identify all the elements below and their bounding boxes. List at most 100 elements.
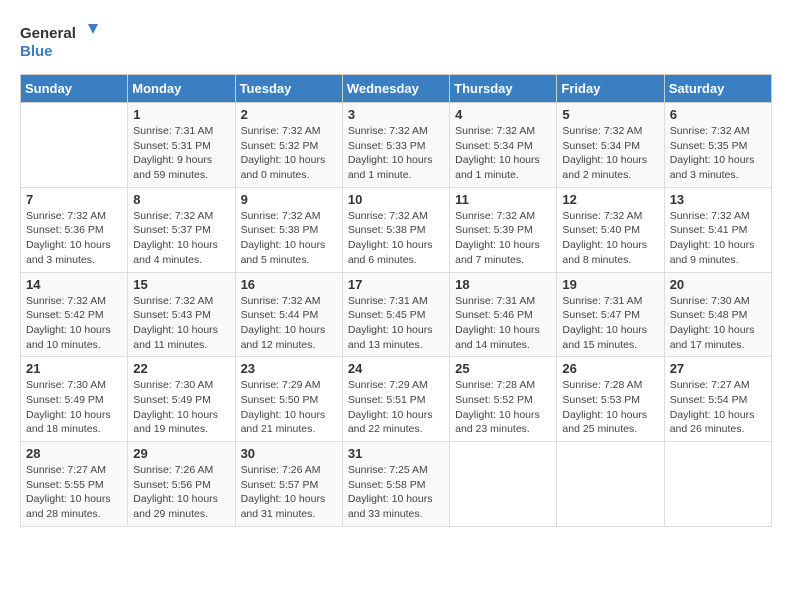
day-info: Sunrise: 7:32 AM Sunset: 5:43 PM Dayligh… (133, 294, 229, 353)
calendar-table: SundayMondayTuesdayWednesdayThursdayFrid… (20, 74, 772, 527)
day-info: Sunrise: 7:32 AM Sunset: 5:32 PM Dayligh… (241, 124, 337, 183)
day-info: Sunrise: 7:32 AM Sunset: 5:35 PM Dayligh… (670, 124, 766, 183)
day-number: 1 (133, 107, 229, 122)
day-info: Sunrise: 7:31 AM Sunset: 5:46 PM Dayligh… (455, 294, 551, 353)
day-info: Sunrise: 7:26 AM Sunset: 5:56 PM Dayligh… (133, 463, 229, 522)
day-info: Sunrise: 7:32 AM Sunset: 5:37 PM Dayligh… (133, 209, 229, 268)
calendar-cell: 25 Sunrise: 7:28 AM Sunset: 5:52 PM Dayli… (450, 357, 557, 442)
calendar-cell: 23 Sunrise: 7:29 AM Sunset: 5:50 PM Dayli… (235, 357, 342, 442)
day-header-monday: Monday (128, 75, 235, 103)
day-number: 7 (26, 192, 122, 207)
day-number: 15 (133, 277, 229, 292)
day-header-sunday: Sunday (21, 75, 128, 103)
calendar-cell (557, 442, 664, 527)
day-number: 11 (455, 192, 551, 207)
day-number: 27 (670, 361, 766, 376)
calendar-cell: 21 Sunrise: 7:30 AM Sunset: 5:49 PM Dayli… (21, 357, 128, 442)
calendar-cell: 11 Sunrise: 7:32 AM Sunset: 5:39 PM Dayli… (450, 187, 557, 272)
day-number: 4 (455, 107, 551, 122)
calendar-cell: 13Sunrise: 7:32 AM Sunset: 5:41 PM Dayli… (664, 187, 771, 272)
calendar-cell: 5 Sunrise: 7:32 AM Sunset: 5:34 PM Daylig… (557, 103, 664, 188)
calendar-cell: 31 Sunrise: 7:25 AM Sunset: 5:58 PM Dayli… (342, 442, 449, 527)
calendar-cell: 20 Sunrise: 7:30 AM Sunset: 5:48 PM Dayli… (664, 272, 771, 357)
day-number: 25 (455, 361, 551, 376)
day-info: Sunrise: 7:25 AM Sunset: 5:58 PM Dayligh… (348, 463, 444, 522)
calendar-cell (450, 442, 557, 527)
day-info: Sunrise: 7:32 AM Sunset: 5:38 PM Dayligh… (348, 209, 444, 268)
day-info: Sunrise: 7:28 AM Sunset: 5:53 PM Dayligh… (562, 378, 658, 437)
calendar-cell: 30Sunrise: 7:26 AM Sunset: 5:57 PM Dayli… (235, 442, 342, 527)
day-info: Sunrise: 7:29 AM Sunset: 5:51 PM Dayligh… (348, 378, 444, 437)
day-info: Sunrise: 7:30 AM Sunset: 5:49 PM Dayligh… (26, 378, 122, 437)
day-number: 8 (133, 192, 229, 207)
day-info: Sunrise: 7:32 AM Sunset: 5:36 PM Dayligh… (26, 209, 122, 268)
page-header: General Blue (20, 20, 772, 64)
calendar-cell: 7 Sunrise: 7:32 AM Sunset: 5:36 PM Daylig… (21, 187, 128, 272)
day-info: Sunrise: 7:31 AM Sunset: 5:31 PM Dayligh… (133, 124, 229, 183)
day-info: Sunrise: 7:32 AM Sunset: 5:34 PM Dayligh… (562, 124, 658, 183)
day-number: 5 (562, 107, 658, 122)
day-info: Sunrise: 7:27 AM Sunset: 5:55 PM Dayligh… (26, 463, 122, 522)
calendar-cell: 15 Sunrise: 7:32 AM Sunset: 5:43 PM Dayli… (128, 272, 235, 357)
day-number: 22 (133, 361, 229, 376)
calendar-cell: 8 Sunrise: 7:32 AM Sunset: 5:37 PM Daylig… (128, 187, 235, 272)
calendar-cell: 28Sunrise: 7:27 AM Sunset: 5:55 PM Dayli… (21, 442, 128, 527)
day-info: Sunrise: 7:32 AM Sunset: 5:39 PM Dayligh… (455, 209, 551, 268)
day-info: Sunrise: 7:32 AM Sunset: 5:44 PM Dayligh… (241, 294, 337, 353)
calendar-cell: 16 Sunrise: 7:32 AM Sunset: 5:44 PM Dayli… (235, 272, 342, 357)
calendar-header-row: SundayMondayTuesdayWednesdayThursdayFrid… (21, 75, 772, 103)
logo: General Blue (20, 20, 100, 64)
day-info: Sunrise: 7:32 AM Sunset: 5:40 PM Dayligh… (562, 209, 658, 268)
day-number: 31 (348, 446, 444, 461)
day-number: 20 (670, 277, 766, 292)
calendar-cell (664, 442, 771, 527)
day-number: 17 (348, 277, 444, 292)
calendar-cell: 10Sunrise: 7:32 AM Sunset: 5:38 PM Dayli… (342, 187, 449, 272)
week-row-5: 28Sunrise: 7:27 AM Sunset: 5:55 PM Dayli… (21, 442, 772, 527)
day-number: 30 (241, 446, 337, 461)
calendar-cell: 2Sunrise: 7:32 AM Sunset: 5:32 PM Daylig… (235, 103, 342, 188)
day-info: Sunrise: 7:30 AM Sunset: 5:48 PM Dayligh… (670, 294, 766, 353)
day-info: Sunrise: 7:32 AM Sunset: 5:42 PM Dayligh… (26, 294, 122, 353)
day-info: Sunrise: 7:27 AM Sunset: 5:54 PM Dayligh… (670, 378, 766, 437)
day-info: Sunrise: 7:29 AM Sunset: 5:50 PM Dayligh… (241, 378, 337, 437)
day-info: Sunrise: 7:31 AM Sunset: 5:45 PM Dayligh… (348, 294, 444, 353)
day-number: 16 (241, 277, 337, 292)
week-row-4: 21 Sunrise: 7:30 AM Sunset: 5:49 PM Dayli… (21, 357, 772, 442)
day-number: 23 (241, 361, 337, 376)
day-number: 26 (562, 361, 658, 376)
day-number: 6 (670, 107, 766, 122)
day-number: 12 (562, 192, 658, 207)
day-info: Sunrise: 7:28 AM Sunset: 5:52 PM Dayligh… (455, 378, 551, 437)
calendar-cell: 18 Sunrise: 7:31 AM Sunset: 5:46 PM Dayli… (450, 272, 557, 357)
calendar-cell: 12 Sunrise: 7:32 AM Sunset: 5:40 PM Dayli… (557, 187, 664, 272)
logo-svg: General Blue (20, 20, 100, 64)
svg-text:General: General (20, 25, 76, 42)
calendar-cell: 27 Sunrise: 7:27 AM Sunset: 5:54 PM Dayli… (664, 357, 771, 442)
day-number: 24 (348, 361, 444, 376)
calendar-cell: 24 Sunrise: 7:29 AM Sunset: 5:51 PM Dayli… (342, 357, 449, 442)
svg-text:Blue: Blue (20, 43, 53, 60)
calendar-cell: 29Sunrise: 7:26 AM Sunset: 5:56 PM Dayli… (128, 442, 235, 527)
calendar-cell: 22 Sunrise: 7:30 AM Sunset: 5:49 PM Dayli… (128, 357, 235, 442)
day-header-wednesday: Wednesday (342, 75, 449, 103)
day-info: Sunrise: 7:30 AM Sunset: 5:49 PM Dayligh… (133, 378, 229, 437)
calendar-cell: 14 Sunrise: 7:32 AM Sunset: 5:42 PM Dayli… (21, 272, 128, 357)
day-info: Sunrise: 7:31 AM Sunset: 5:47 PM Dayligh… (562, 294, 658, 353)
week-row-1: 1 Sunrise: 7:31 AM Sunset: 5:31 PM Daylig… (21, 103, 772, 188)
calendar-cell: 3Sunrise: 7:32 AM Sunset: 5:33 PM Daylig… (342, 103, 449, 188)
week-row-3: 14 Sunrise: 7:32 AM Sunset: 5:42 PM Dayli… (21, 272, 772, 357)
day-info: Sunrise: 7:32 AM Sunset: 5:38 PM Dayligh… (241, 209, 337, 268)
calendar-cell: 19 Sunrise: 7:31 AM Sunset: 5:47 PM Dayli… (557, 272, 664, 357)
day-info: Sunrise: 7:32 AM Sunset: 5:33 PM Dayligh… (348, 124, 444, 183)
calendar-cell: 1 Sunrise: 7:31 AM Sunset: 5:31 PM Daylig… (128, 103, 235, 188)
calendar-cell: 6 Sunrise: 7:32 AM Sunset: 5:35 PM Daylig… (664, 103, 771, 188)
calendar-cell (21, 103, 128, 188)
day-header-tuesday: Tuesday (235, 75, 342, 103)
day-number: 19 (562, 277, 658, 292)
day-number: 14 (26, 277, 122, 292)
calendar-cell: 9Sunrise: 7:32 AM Sunset: 5:38 PM Daylig… (235, 187, 342, 272)
day-number: 21 (26, 361, 122, 376)
day-number: 18 (455, 277, 551, 292)
calendar-cell: 4Sunrise: 7:32 AM Sunset: 5:34 PM Daylig… (450, 103, 557, 188)
